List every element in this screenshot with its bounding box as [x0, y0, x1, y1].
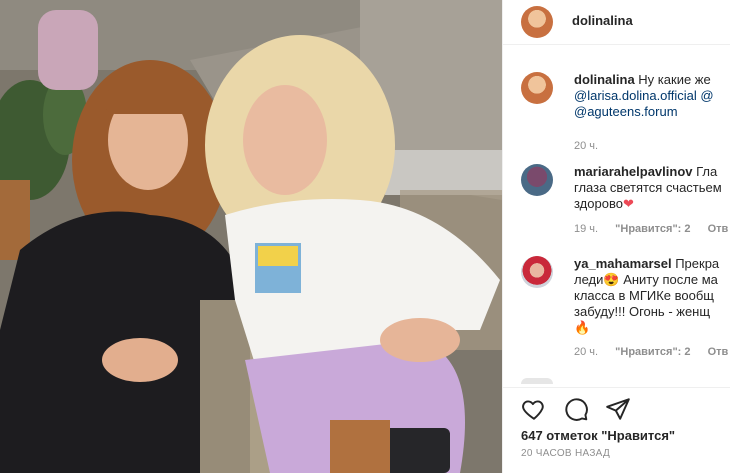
commenter-username[interactable]: mariarahelpavlinov — [574, 164, 693, 179]
author-avatar[interactable] — [521, 6, 553, 38]
post-actions: 647 отметок "Нравится" 20 ЧАСОВ НАЗАД — [503, 387, 730, 473]
post-photo[interactable] — [0, 0, 502, 473]
comment-meta: 20 ч. "Нравится": 2 Отв — [574, 346, 730, 358]
post-header: dolinalina — [503, 0, 730, 45]
caption-time[interactable]: 20 ч. — [574, 140, 598, 152]
heart-outline-icon[interactable] — [521, 396, 547, 422]
mention-link[interactable]: @larisa.dolina.official — [574, 88, 697, 103]
next-comment-avatar-peek — [521, 378, 553, 384]
reply-button[interactable]: Отв — [708, 223, 729, 235]
comment-time[interactable]: 20 ч. — [574, 346, 598, 358]
comment-text: mariarahelpavlinov Гла глаза светятся сч… — [574, 164, 730, 212]
comment-body: Гла — [696, 164, 718, 179]
comment-time[interactable]: 19 ч. — [574, 223, 598, 235]
photo-illustration — [0, 0, 502, 473]
comments-list[interactable]: dolinalina Ну какие же @larisa.dolina.of… — [503, 60, 730, 380]
comment-body: забуду!!! Огонь - женщ — [574, 304, 711, 319]
commenter-avatar[interactable] — [521, 256, 553, 288]
mention-link[interactable]: @aguteens.forum — [574, 104, 678, 119]
comment-text: ya_mahamarsel Прекра леди😍 Аниту после м… — [574, 256, 730, 336]
comment-like-count[interactable]: "Нравится": 2 — [615, 223, 690, 235]
like-count[interactable]: 647 отметок "Нравится" — [521, 428, 675, 443]
author-username[interactable]: dolinalina — [572, 13, 633, 28]
comment-body: леди — [574, 272, 604, 287]
caption-username[interactable]: dolinalina — [574, 72, 635, 87]
commenter-avatar[interactable] — [521, 164, 553, 196]
red-heart-emoji: ❤ — [622, 196, 634, 211]
comment-icon[interactable] — [563, 396, 589, 422]
comment-body: класса в МГИКе вообщ — [574, 288, 714, 303]
caption-text: dolinalina Ну какие же @larisa.dolina.of… — [574, 72, 730, 120]
comment-body: глаза светятся счастьем — [574, 180, 722, 195]
comment-meta: 19 ч. "Нравится": 2 Отв — [574, 223, 730, 235]
reply-button[interactable]: Отв — [708, 346, 729, 358]
comment-body: Аниту после ма — [619, 272, 718, 287]
caption-avatar[interactable] — [521, 72, 553, 104]
comment-body: здорово — [574, 196, 623, 211]
fire-emoji: 🔥 — [574, 320, 591, 335]
comment-like-count[interactable]: "Нравится": 2 — [615, 346, 690, 358]
heart-eyes-emoji: 😍 — [603, 272, 620, 287]
mention-link[interactable]: @ — [700, 88, 713, 103]
comment-body: Прекра — [675, 256, 720, 271]
commenter-username[interactable]: ya_mahamarsel — [574, 256, 672, 271]
caption-meta: 20 ч. — [574, 140, 612, 152]
share-icon[interactable] — [605, 396, 631, 422]
post-side-panel: dolinalina dolinalina Ну какие же @laris… — [502, 0, 730, 473]
post-timestamp[interactable]: 20 ЧАСОВ НАЗАД — [521, 448, 610, 459]
caption-body: Ну какие же — [638, 72, 711, 87]
